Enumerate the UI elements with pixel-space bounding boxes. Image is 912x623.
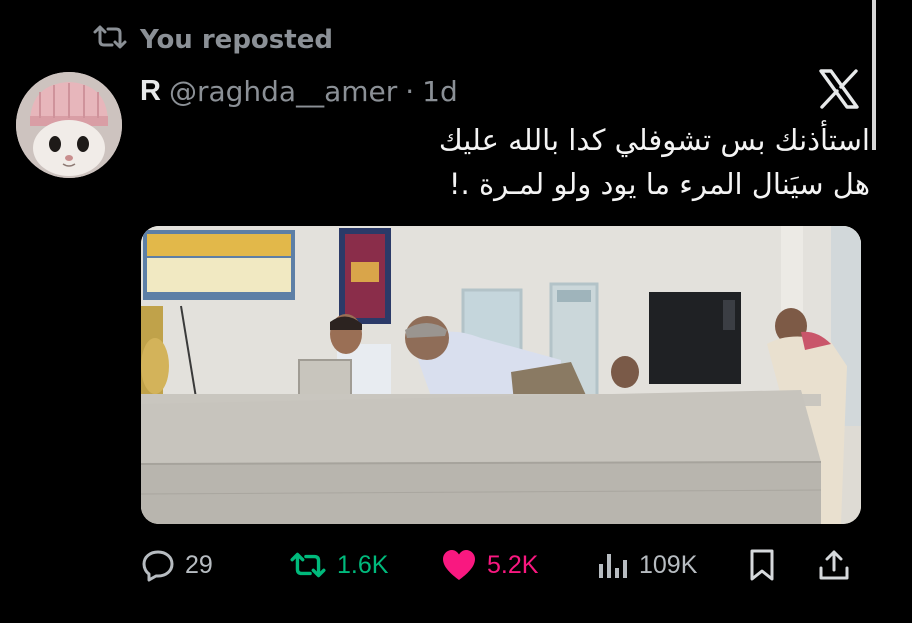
tweet-line: هل سيَنال المرء ما يود ولو لمـرة .!	[448, 167, 870, 201]
repost-banner-label: You reposted	[140, 25, 333, 55]
bookmark-button[interactable]	[747, 540, 777, 590]
views-button[interactable]: 109K	[597, 540, 697, 590]
repost-banner: You reposted	[92, 22, 333, 58]
tweet-text: استأذنك بس تشوفلي كدا بالله عليك هل سيَن…	[150, 118, 870, 206]
views-count: 109K	[639, 550, 698, 579]
repost-button[interactable]: 1.6K	[289, 540, 388, 590]
like-count: 5.2K	[487, 550, 539, 579]
author-initial[interactable]: R	[140, 75, 161, 108]
author-handle[interactable]: @raghda__amer	[169, 75, 397, 108]
reply-button[interactable]: 29	[141, 540, 213, 590]
reply-icon	[141, 548, 175, 582]
tweet-line: استأذنك بس تشوفلي كدا بالله عليك	[438, 123, 870, 157]
like-button[interactable]: 5.2K	[441, 540, 538, 590]
header-separator: ·	[405, 74, 415, 108]
views-icon	[597, 550, 629, 580]
share-icon	[817, 548, 851, 582]
avatar[interactable]	[16, 72, 122, 178]
repost-icon	[92, 23, 128, 58]
heart-icon	[441, 548, 477, 582]
reply-count: 29	[185, 550, 213, 579]
tweet-header: R @raghda__amer · 1d	[140, 72, 458, 110]
bookmark-icon	[747, 548, 777, 582]
scrollbar[interactable]	[872, 0, 876, 150]
tweet-actions: 29 1.6K 5.2K 109K	[141, 540, 861, 590]
tweet-photo[interactable]	[141, 226, 861, 524]
share-button[interactable]	[817, 540, 851, 590]
repost-icon	[289, 550, 327, 580]
repost-count: 1.6K	[337, 550, 389, 579]
tweet-time[interactable]: 1d	[422, 75, 458, 108]
x-logo-icon	[818, 68, 860, 110]
